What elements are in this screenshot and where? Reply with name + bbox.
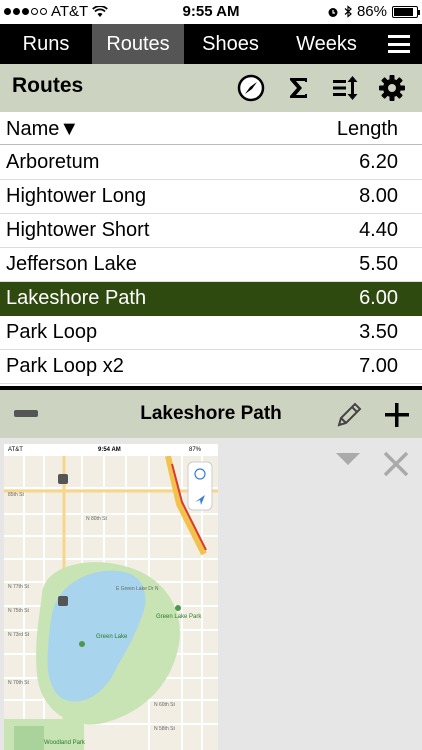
hamburger-icon	[388, 35, 410, 53]
name-column-header[interactable]: Name▼	[6, 118, 79, 141]
route-name: Park Loop x2	[6, 355, 124, 377]
column-header: Name▼ Length	[0, 112, 422, 145]
alarm-icon	[328, 7, 338, 17]
map-label: N 73rd St	[8, 632, 30, 638]
map-label: Green Lake Park	[156, 614, 202, 620]
status-right: 86%	[327, 3, 420, 20]
compass-icon	[237, 74, 265, 102]
collapse-button[interactable]	[334, 450, 362, 468]
chevron-down-icon	[336, 453, 360, 465]
route-row[interactable]: Jefferson Lake 5.50	[0, 248, 422, 282]
map-label: N 60th St	[154, 702, 175, 708]
route-row[interactable]: Park Loop x2 7.00	[0, 350, 422, 384]
route-length: 5.50	[359, 253, 398, 275]
route-row[interactable]: Hightower Short 4.40	[0, 214, 422, 248]
thumbnail-carrier: AT&T	[8, 447, 23, 453]
tab-weeks-label: Weeks	[296, 32, 357, 55]
thumbnail-battery: 87%	[189, 447, 202, 453]
route-list: Arboretum 6.20 Hightower Long 8.00 Hight…	[0, 146, 422, 384]
sort-button[interactable]	[331, 74, 359, 102]
compass-button[interactable]	[237, 74, 265, 102]
tab-runs[interactable]: Runs	[0, 24, 92, 64]
route-name: Jefferson Lake	[6, 253, 137, 275]
route-name: Hightower Long	[6, 185, 147, 207]
route-length: 4.40	[359, 219, 398, 241]
battery-icon	[392, 5, 420, 18]
thumbnail-status-bar: AT&T 9:54 AM 87%	[4, 444, 218, 456]
tab-bar: Runs Routes Shoes Weeks	[0, 24, 422, 64]
close-icon	[383, 451, 409, 477]
menu-button[interactable]	[376, 24, 422, 64]
route-length: 8.00	[359, 185, 398, 207]
map-label: Green Lake	[96, 634, 128, 640]
route-length: 6.00	[359, 287, 398, 309]
bluetooth-icon	[344, 5, 352, 18]
route-name: Lakeshore Path	[6, 287, 147, 309]
tab-routes-label: Routes	[106, 32, 170, 55]
plus-icon	[385, 403, 409, 427]
map-label: N 75th St	[8, 608, 29, 614]
battery-percent: 86%	[356, 3, 387, 20]
status-bar: AT&T 9:55 AM 86%	[0, 0, 422, 24]
tab-runs-label: Runs	[22, 32, 70, 55]
battery-fill	[394, 7, 413, 16]
route-name: Arboretum	[6, 151, 100, 173]
route-map-thumbnail[interactable]: AT&T 9:54 AM 87% 85th St N 80th St N 77t…	[4, 444, 218, 750]
map-label: N 58th St	[154, 726, 175, 732]
settings-button[interactable]	[378, 74, 406, 102]
close-button[interactable]	[382, 450, 410, 478]
detail-body: AT&T 9:54 AM 87% 85th St N 80th St N 77t…	[0, 438, 422, 750]
route-length: 6.20	[359, 151, 398, 173]
map-label: E Green Lake Dr N	[116, 586, 159, 592]
route-name: Hightower Short	[6, 219, 150, 241]
tab-shoes-label: Shoes	[202, 32, 259, 55]
section-header: Routes	[0, 64, 422, 112]
route-length: 7.00	[359, 355, 398, 377]
route-row[interactable]: Park Loop 3.50	[0, 316, 422, 350]
map-label: N 77th St	[8, 584, 29, 590]
thumbnail-time: 9:54 AM	[98, 447, 121, 453]
map-label: 85th St	[8, 492, 24, 498]
gear-icon	[379, 75, 405, 101]
sort-icon	[333, 76, 358, 100]
tab-routes[interactable]: Routes	[92, 24, 184, 64]
edit-route-button[interactable]	[334, 400, 364, 430]
map-image	[4, 444, 218, 750]
map-label: N 70th St	[8, 680, 29, 686]
route-row[interactable]: Arboretum 6.20	[0, 146, 422, 180]
map-label: N 80th St	[86, 516, 107, 522]
sigma-icon	[290, 78, 307, 98]
map-label: Woodland Park	[44, 740, 85, 746]
route-row[interactable]: Hightower Long 8.00	[0, 180, 422, 214]
add-route-button[interactable]	[382, 400, 412, 430]
route-length: 3.50	[359, 321, 398, 343]
length-column-header[interactable]: Length	[337, 118, 398, 141]
section-title: Routes	[12, 74, 84, 97]
detail-header: Lakeshore Path	[0, 390, 422, 438]
summary-button[interactable]	[285, 74, 313, 102]
route-row-selected[interactable]: Lakeshore Path 6.00	[0, 282, 422, 316]
tab-shoes[interactable]: Shoes	[184, 24, 277, 64]
tab-weeks[interactable]: Weeks	[277, 24, 376, 64]
route-name: Park Loop	[6, 321, 98, 343]
pencil-icon	[337, 402, 362, 427]
